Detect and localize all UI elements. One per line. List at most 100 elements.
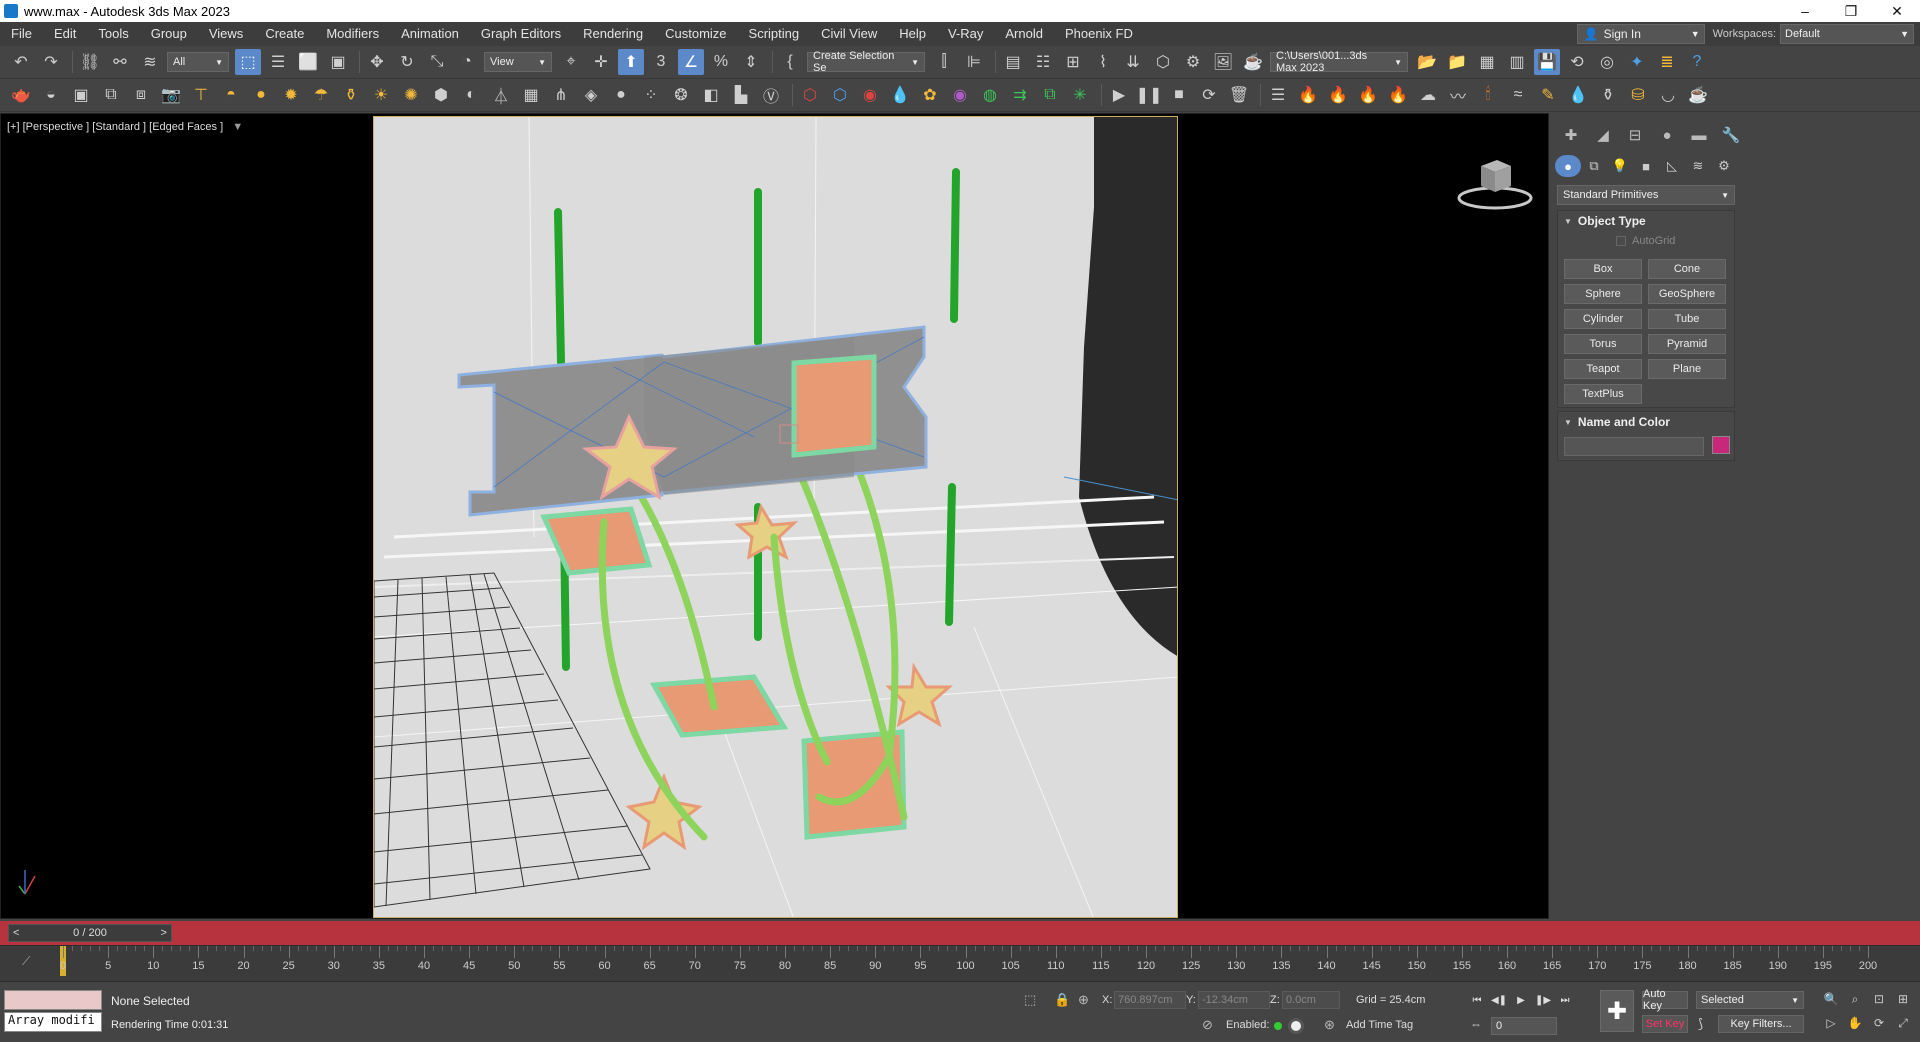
maximize-button[interactable]: ❐	[1828, 0, 1874, 22]
time-slider-next-button[interactable]: >	[161, 927, 167, 939]
menu-customize[interactable]: Customize	[654, 22, 737, 46]
rendered-frame-window-icon[interactable]: 🖼	[1210, 49, 1236, 75]
render-icon[interactable]: ▣	[68, 82, 94, 108]
geosphere-button[interactable]: GeoSphere	[1648, 284, 1726, 304]
default-tangent-icon[interactable]: ⟆	[1698, 1016, 1703, 1032]
bind-space-warp-icon[interactable]: ≋	[137, 49, 163, 75]
menu-modifiers[interactable]: Modifiers	[315, 22, 390, 46]
filter-icon[interactable]: ▼	[232, 121, 243, 133]
sphere-button[interactable]: Sphere	[1564, 284, 1642, 304]
sphere-icon[interactable]: ●	[608, 82, 634, 108]
viewport-label[interactable]: [+] [Perspective ] [Standard ] [Edged Fa…	[7, 121, 243, 133]
menu-list-icon[interactable]: ☰	[1265, 82, 1291, 108]
project-settings-icon[interactable]: ▥	[1504, 49, 1530, 75]
pivot-point-icon[interactable]: ⌖	[558, 49, 584, 75]
schematic-view-icon[interactable]: ⇊	[1120, 49, 1146, 75]
angle-snap-icon[interactable]: ∠	[678, 49, 704, 75]
object-type-header[interactable]: ▼ Object Type	[1558, 211, 1734, 231]
arrows-icon[interactable]: ⇉	[1007, 82, 1033, 108]
time-slider-prev-button[interactable]: <	[13, 927, 19, 939]
open-scene-icon[interactable]: ▦	[1474, 49, 1500, 75]
named-selection-dropdown[interactable]: Create Selection Se ▼	[807, 50, 925, 74]
plane-button[interactable]: Plane	[1648, 359, 1726, 379]
fire-source-icon[interactable]: 🔥	[1295, 82, 1321, 108]
field-of-view-icon[interactable]: ▷	[1820, 1014, 1842, 1032]
lock-icon[interactable]: 🔒	[1054, 992, 1070, 1008]
stop-icon[interactable]: ■	[1166, 82, 1192, 108]
minimize-button[interactable]: –	[1782, 0, 1828, 22]
lights-icon[interactable]: 💡	[1607, 155, 1633, 177]
bowl-icon[interactable]: ◡	[1655, 82, 1681, 108]
key-filters-button[interactable]: Key Filters...	[1718, 1015, 1804, 1033]
select-object-icon[interactable]: ⬚	[235, 49, 261, 75]
align-icon[interactable]: ⊫	[961, 49, 987, 75]
menu-help[interactable]: Help	[888, 22, 937, 46]
set-key-button[interactable]: Set Key	[1642, 1015, 1688, 1033]
maxscript-listener-input[interactable]: Array modifi	[4, 1012, 102, 1032]
orbit-icon[interactable]: ⟳	[1868, 1014, 1890, 1032]
fur-icon[interactable]: ⏃	[488, 82, 514, 108]
go-to-end-icon[interactable]: ⏭	[1554, 992, 1576, 1008]
utilities-tab-icon[interactable]: 🔧	[1715, 123, 1747, 147]
decal-icon[interactable]: ❂	[668, 82, 694, 108]
absolute-mode-icon[interactable]: ⊕	[1078, 992, 1089, 1008]
menu-scripting[interactable]: Scripting	[738, 22, 811, 46]
create-tab-icon[interactable]: ✚	[1555, 123, 1587, 147]
key-mode-toggle-icon[interactable]: ⇔	[1470, 1017, 1482, 1031]
arnold-render-icon[interactable]: ◒	[38, 82, 64, 108]
save-icon[interactable]: 💾	[1534, 49, 1560, 75]
maxscript-listener-output[interactable]	[4, 990, 102, 1010]
place-icon[interactable]: ◔	[454, 49, 480, 75]
menu-vray[interactable]: V-Ray	[937, 22, 994, 46]
z-coordinate-field[interactable]: 0.0cm	[1282, 991, 1340, 1009]
current-frame-field[interactable]: 0	[1491, 1017, 1557, 1035]
wind-icon[interactable]: 〰	[1445, 82, 1471, 108]
cylinder-button[interactable]: Cylinder	[1564, 309, 1642, 329]
perspective-viewport[interactable]: [+] [Perspective ] [Standard ] [Edged Fa…	[0, 113, 1549, 919]
reference-coord-dropdown[interactable]: View ▼	[484, 52, 552, 72]
spot-light-icon[interactable]: ☂	[308, 82, 334, 108]
selection-filter-dropdown[interactable]: All ▼	[167, 52, 229, 72]
previous-frame-icon[interactable]: ◀❚	[1488, 992, 1510, 1008]
menu-civil-view[interactable]: Civil View	[810, 22, 888, 46]
vray-logo-icon[interactable]: Ⓥ	[758, 82, 784, 108]
dome-light-icon[interactable]: ◓	[218, 82, 244, 108]
cup-icon[interactable]: ☕	[1685, 82, 1711, 108]
help-icon[interactable]: ?	[1684, 49, 1710, 75]
time-tag-icon[interactable]: ⊛	[1324, 1017, 1335, 1033]
menu-rendering[interactable]: Rendering	[572, 22, 654, 46]
save-folder-icon[interactable]: 📁	[1444, 49, 1470, 75]
cube-blue-icon[interactable]: ⬡	[827, 82, 853, 108]
curve-editor-icon[interactable]: ⌇	[1090, 49, 1116, 75]
zoom-extents-all-icon[interactable]: ⊞	[1892, 990, 1914, 1008]
sign-in-button[interactable]: 👤 Sign In ▼	[1576, 24, 1705, 44]
menu-graph-editors[interactable]: Graph Editors	[470, 22, 572, 46]
reset-icon[interactable]: ⟳	[1196, 82, 1222, 108]
material-editor-icon[interactable]: ⬡	[1150, 49, 1176, 75]
play-icon[interactable]: ▶	[1510, 992, 1532, 1008]
keyboard-shortcut-override-icon[interactable]: ⬆	[618, 49, 644, 75]
layer-explorer-icon[interactable]: ☷	[1030, 49, 1056, 75]
render-setup-icon[interactable]: ⚙	[1180, 49, 1206, 75]
project-folder-dropdown[interactable]: C:\Users\001...3ds Max 2023 ▼	[1270, 50, 1408, 74]
ambient-light-icon[interactable]: ✺	[398, 82, 424, 108]
tube-button[interactable]: Tube	[1648, 309, 1726, 329]
menu-file[interactable]: File	[0, 22, 43, 46]
batch-render-icon[interactable]: ⧉	[98, 82, 124, 108]
circle-red-icon[interactable]: ◉	[857, 82, 883, 108]
render-production-icon[interactable]: ☕	[1240, 49, 1266, 75]
menu-tools[interactable]: Tools	[87, 22, 139, 46]
zoom-icon[interactable]: 🔍	[1820, 990, 1842, 1008]
mirror-icon[interactable]: ⫿	[931, 49, 957, 75]
link-icon[interactable]: ⛓	[77, 49, 103, 75]
scale-icon[interactable]: ⤡	[424, 49, 450, 75]
flower-icon[interactable]: ✿	[917, 82, 943, 108]
rotate-icon[interactable]: ↻	[394, 49, 420, 75]
fire-preset-icon[interactable]: 🔥	[1355, 82, 1381, 108]
star-burst-icon[interactable]: ✳	[1067, 82, 1093, 108]
viewcube[interactable]	[1455, 152, 1535, 212]
pause-icon[interactable]: ❚❚	[1136, 82, 1163, 108]
enabled-toggle[interactable]	[1288, 1018, 1304, 1034]
sphere-light-icon[interactable]: ●	[248, 82, 274, 108]
box-button[interactable]: Box	[1564, 259, 1642, 279]
